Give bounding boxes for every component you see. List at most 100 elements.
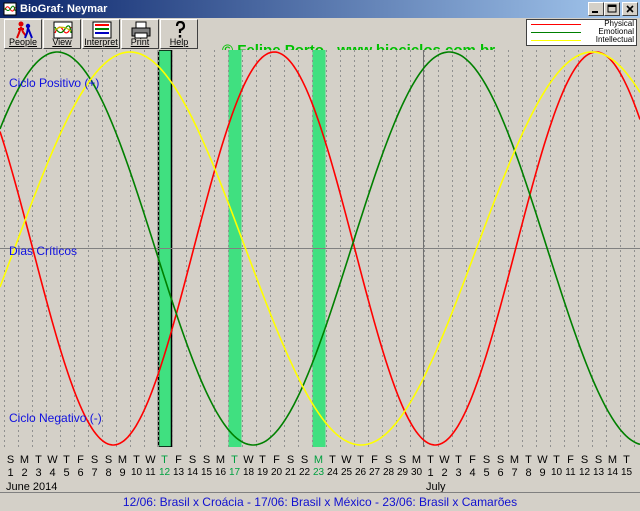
day-number-3[interactable]: 4	[47, 467, 58, 479]
window-title: BioGraf: Neymar	[20, 3, 108, 15]
day-letter-9: T	[133, 454, 140, 466]
print-button[interactable]: Print	[121, 19, 159, 49]
day-number-18[interactable]: 19	[257, 467, 268, 479]
day-number-17[interactable]: 18	[243, 467, 254, 479]
day-number-9[interactable]: 10	[131, 467, 142, 479]
day-letter-17: W	[243, 454, 254, 466]
day-number-25[interactable]: 26	[355, 467, 366, 479]
maximize-button[interactable]	[604, 2, 620, 16]
day-number-41[interactable]: 12	[579, 467, 590, 479]
people-button-label: People	[8, 37, 38, 47]
interpret-button-label: Interpret	[84, 37, 118, 47]
day-letter-30: T	[427, 454, 434, 466]
day-letter-29: M	[411, 454, 422, 466]
day-number-34[interactable]: 5	[481, 467, 492, 479]
day-number-35[interactable]: 6	[495, 467, 506, 479]
day-letter-40: F	[567, 454, 574, 466]
day-letter-34: S	[482, 454, 491, 466]
label-negative-cycle: Ciclo Negativo (-)	[9, 411, 102, 425]
day-number-15[interactable]: 16	[215, 467, 226, 479]
maximize-icon	[607, 4, 617, 13]
day-number-23[interactable]: 24	[327, 467, 338, 479]
status-bar: 12/06: Brasil x Croácia - 17/06: Brasil …	[0, 492, 640, 511]
title-bar[interactable]: BioGraf: Neymar	[0, 0, 640, 18]
day-letter-15: M	[215, 454, 226, 466]
day-letter-16: T	[231, 454, 238, 466]
day-axis: S 1 M 2 T 3 W 4 T 5 F 6 S 7 S 8 M 9 T 10 W 11 T 12 F 13 S 14 S 15 M 16 T…	[0, 447, 640, 493]
day-number-38[interactable]: 9	[537, 467, 548, 479]
day-number-5[interactable]: 6	[75, 467, 86, 479]
day-number-16[interactable]: 17	[229, 467, 240, 479]
day-number-14[interactable]: 15	[201, 467, 212, 479]
day-letter-41: S	[580, 454, 589, 466]
day-number-39[interactable]: 10	[551, 467, 562, 479]
day-letter-18: T	[259, 454, 266, 466]
day-letter-3: W	[47, 454, 58, 466]
day-number-21[interactable]: 22	[299, 467, 310, 479]
day-letter-37: T	[525, 454, 532, 466]
day-number-2[interactable]: 3	[33, 467, 44, 479]
day-number-28[interactable]: 29	[397, 467, 408, 479]
day-number-36[interactable]: 7	[509, 467, 520, 479]
day-letter-32: T	[455, 454, 462, 466]
biorhythm-chart[interactable]: Ciclo Positivo (+) Dias Críticos Ciclo N…	[0, 50, 640, 447]
day-number-11[interactable]: 12	[159, 467, 170, 479]
day-letter-38: W	[537, 454, 548, 466]
view-button[interactable]: View	[43, 19, 81, 49]
day-number-30[interactable]: 1	[425, 467, 436, 479]
day-number-6[interactable]: 7	[89, 467, 100, 479]
day-letter-25: T	[357, 454, 364, 466]
day-number-4[interactable]: 5	[61, 467, 72, 479]
day-number-24[interactable]: 25	[341, 467, 352, 479]
day-number-37[interactable]: 8	[523, 467, 534, 479]
day-number-27[interactable]: 28	[383, 467, 394, 479]
close-button[interactable]	[622, 2, 638, 16]
day-letter-7: S	[104, 454, 113, 466]
day-letter-35: S	[496, 454, 505, 466]
day-number-0[interactable]: 1	[5, 467, 16, 479]
biograf-window: BioGraf: Neymar People View Interpret Pr…	[0, 0, 640, 511]
day-number-42[interactable]: 13	[593, 467, 604, 479]
day-number-22[interactable]: 23	[313, 467, 324, 479]
legend-swatch-intellectual	[531, 40, 581, 41]
minimize-button[interactable]	[588, 2, 604, 16]
day-number-13[interactable]: 14	[187, 467, 198, 479]
day-number-33[interactable]: 4	[467, 467, 478, 479]
day-number-43[interactable]: 14	[607, 467, 618, 479]
chart-canvas[interactable]	[0, 50, 640, 447]
day-number-44[interactable]: 15	[621, 467, 632, 479]
day-letter-24: W	[341, 454, 352, 466]
day-number-7[interactable]: 8	[103, 467, 114, 479]
day-letter-14: S	[202, 454, 211, 466]
help-button[interactable]: Help	[160, 19, 198, 49]
day-number-26[interactable]: 27	[369, 467, 380, 479]
day-letter-28: S	[398, 454, 407, 466]
day-number-40[interactable]: 11	[565, 467, 576, 479]
people-button[interactable]: People	[4, 19, 42, 49]
day-number-31[interactable]: 2	[439, 467, 450, 479]
day-number-32[interactable]: 3	[453, 467, 464, 479]
day-letter-44: T	[623, 454, 630, 466]
day-letter-12: F	[175, 454, 182, 466]
day-number-1[interactable]: 2	[19, 467, 30, 479]
day-letter-4: T	[63, 454, 70, 466]
day-number-8[interactable]: 9	[117, 467, 128, 479]
day-letter-21: S	[300, 454, 309, 466]
day-number-20[interactable]: 21	[285, 467, 296, 479]
app-icon	[3, 2, 17, 16]
minimize-icon	[592, 11, 598, 13]
day-letter-6: S	[90, 454, 99, 466]
day-number-29[interactable]: 30	[411, 467, 422, 479]
close-icon	[626, 5, 634, 13]
day-number-12[interactable]: 13	[173, 467, 184, 479]
view-button-label: View	[52, 37, 72, 47]
day-letter-43: M	[607, 454, 618, 466]
legend-label-intellectual: Intellectual	[595, 35, 634, 44]
day-letter-27: S	[384, 454, 393, 466]
day-number-10[interactable]: 11	[145, 467, 156, 479]
day-number-19[interactable]: 20	[271, 467, 282, 479]
interpret-button[interactable]: Interpret	[82, 19, 120, 49]
day-letter-31: W	[439, 454, 450, 466]
day-letter-36: M	[509, 454, 520, 466]
day-letter-42: S	[594, 454, 603, 466]
